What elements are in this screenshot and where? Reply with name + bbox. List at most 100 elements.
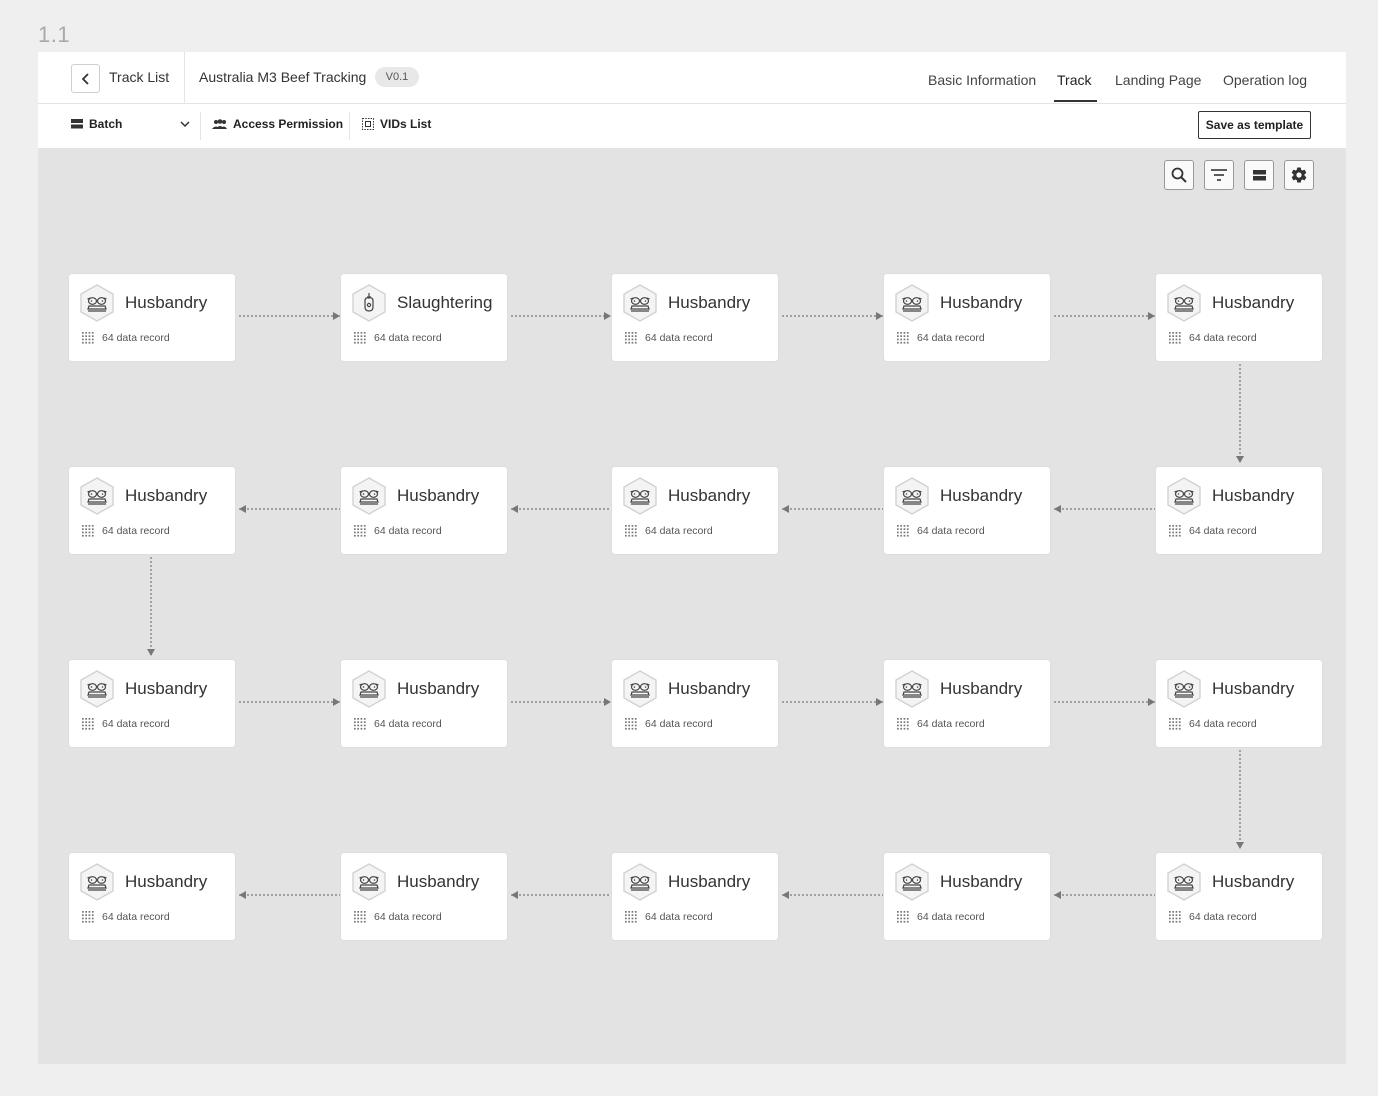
data-grid-icon [354, 525, 367, 538]
slaughter-icon [351, 284, 387, 322]
connector-arrowhead [604, 698, 611, 706]
node-record-count: 64 data record [102, 525, 170, 537]
connector-arrowhead [511, 891, 518, 899]
node-record-count: 64 data record [645, 332, 713, 344]
flow-node[interactable]: Husbandry 64 data record [1156, 274, 1322, 361]
node-title: Husbandry [940, 679, 1023, 698]
connector-arrowhead [782, 505, 789, 513]
connector-arrowhead [1148, 698, 1155, 706]
node-title: Husbandry [125, 872, 208, 891]
connector-arrowhead [239, 505, 246, 513]
data-grid-icon [1169, 332, 1182, 345]
cattle-icon [894, 863, 930, 901]
node-title: Husbandry [940, 486, 1023, 505]
cattle-icon [894, 670, 930, 708]
node-record-count: 64 data record [917, 332, 985, 344]
node-title: Husbandry [397, 872, 480, 891]
data-grid-icon [625, 911, 638, 924]
node-title: Husbandry [125, 679, 208, 698]
node-record-count: 64 data record [917, 911, 985, 923]
connector-arrowhead [511, 505, 518, 513]
data-grid-icon [1169, 911, 1182, 924]
node-title: Husbandry [1212, 293, 1295, 312]
flow-node[interactable]: Husbandry 64 data record [612, 853, 778, 940]
flow-node[interactable]: Husbandry 64 data record [69, 467, 235, 554]
node-record-count: 64 data record [374, 525, 442, 537]
cattle-icon [622, 284, 658, 322]
data-grid-icon [82, 525, 95, 538]
flow-node[interactable]: Husbandry 64 data record [884, 274, 1050, 361]
data-grid-icon [1169, 718, 1182, 731]
connector-arrowhead [147, 649, 155, 656]
flow-node[interactable]: Husbandry 64 data record [612, 274, 778, 361]
connector-arrowhead [1054, 505, 1061, 513]
connector-arrowhead [1236, 842, 1244, 849]
flow-node[interactable]: Husbandry 64 data record [69, 853, 235, 940]
node-title: Husbandry [1212, 679, 1295, 698]
connector-arrowhead [876, 698, 883, 706]
connector-arrowhead [604, 312, 611, 320]
flow-node[interactable]: Husbandry 64 data record [1156, 660, 1322, 747]
node-title: Husbandry [940, 293, 1023, 312]
node-record-count: 64 data record [645, 525, 713, 537]
data-grid-icon [897, 718, 910, 731]
cattle-icon [1166, 477, 1202, 515]
cattle-icon [351, 670, 387, 708]
flow-node[interactable]: Husbandry 64 data record [341, 853, 507, 940]
node-title: Husbandry [1212, 486, 1295, 505]
cattle-icon [622, 477, 658, 515]
cattle-icon [622, 670, 658, 708]
app-window: Track List Australia M3 Beef Tracking V0… [38, 52, 1346, 1064]
cattle-icon [79, 284, 115, 322]
flow-node[interactable]: Slaughtering 64 data record [341, 274, 507, 361]
node-title: Husbandry [1212, 872, 1295, 891]
flow-node[interactable]: Husbandry 64 data record [884, 467, 1050, 554]
cattle-icon [79, 670, 115, 708]
node-title: Slaughtering [397, 293, 493, 312]
flow-node[interactable]: Husbandry 64 data record [612, 660, 778, 747]
node-record-count: 64 data record [917, 718, 985, 730]
node-record-count: 64 data record [102, 718, 170, 730]
flow-node[interactable]: Husbandry 64 data record [612, 467, 778, 554]
connector-arrowhead [333, 312, 340, 320]
cattle-icon [894, 477, 930, 515]
node-title: Husbandry [940, 872, 1023, 891]
cattle-icon [894, 284, 930, 322]
data-grid-icon [82, 332, 95, 345]
node-record-count: 64 data record [1189, 718, 1257, 730]
flow-node[interactable]: Husbandry 64 data record [884, 853, 1050, 940]
flow-node[interactable]: Husbandry 64 data record [884, 660, 1050, 747]
data-grid-icon [354, 332, 367, 345]
flow-node[interactable]: Husbandry 64 data record [341, 467, 507, 554]
data-grid-icon [1169, 525, 1182, 538]
cattle-icon [1166, 284, 1202, 322]
data-grid-icon [625, 332, 638, 345]
flow-node[interactable]: Husbandry 64 data record [1156, 467, 1322, 554]
data-grid-icon [354, 911, 367, 924]
cattle-icon [1166, 670, 1202, 708]
cattle-icon [351, 863, 387, 901]
data-grid-icon [354, 718, 367, 731]
node-record-count: 64 data record [645, 718, 713, 730]
node-title: Husbandry [668, 293, 751, 312]
flow-node[interactable]: Husbandry 64 data record [69, 660, 235, 747]
node-record-count: 64 data record [374, 911, 442, 923]
node-title: Husbandry [397, 486, 480, 505]
node-title: Husbandry [668, 486, 751, 505]
connector-arrowhead [239, 891, 246, 899]
connector-arrowhead [1236, 456, 1244, 463]
connector-arrowhead [1054, 891, 1061, 899]
flow-node[interactable]: Husbandry 64 data record [1156, 853, 1322, 940]
data-grid-icon [897, 911, 910, 924]
frame-label: 1.1 [38, 22, 71, 47]
cattle-icon [79, 863, 115, 901]
node-title: Husbandry [397, 679, 480, 698]
cattle-icon [622, 863, 658, 901]
node-title: Husbandry [125, 293, 208, 312]
node-record-count: 64 data record [1189, 911, 1257, 923]
node-record-count: 64 data record [102, 911, 170, 923]
node-record-count: 64 data record [374, 332, 442, 344]
data-grid-icon [897, 332, 910, 345]
flow-node[interactable]: Husbandry 64 data record [341, 660, 507, 747]
flow-node[interactable]: Husbandry 64 data record [69, 274, 235, 361]
